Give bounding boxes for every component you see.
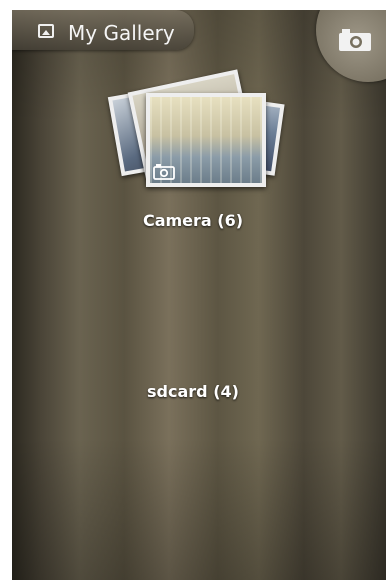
album-label-camera[interactable]: Camera (6)	[12, 211, 386, 230]
camera-album-thumbnail[interactable]	[107, 68, 298, 193]
page-title: My Gallery	[68, 21, 175, 45]
album-label-sdcard[interactable]: sdcard (4)	[12, 382, 386, 401]
gallery-title-tab[interactable]: My Gallery	[12, 10, 194, 50]
camera-icon	[339, 29, 371, 51]
camera-button[interactable]	[316, 10, 386, 82]
gallery-icon	[38, 24, 54, 38]
gallery-screen: My Gallery Camera (6) sdcard (4)	[12, 10, 386, 580]
camera-icon	[153, 164, 175, 180]
